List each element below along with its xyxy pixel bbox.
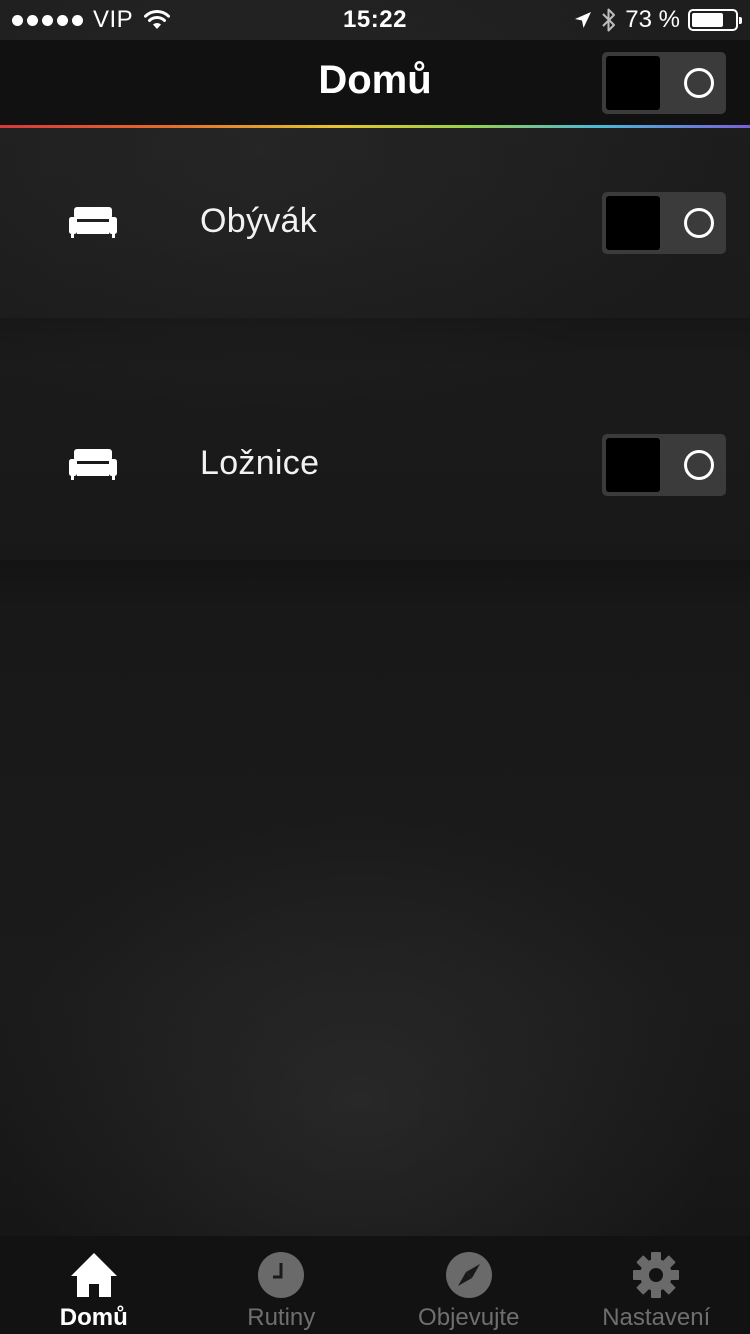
toggle-knob [606,56,660,110]
tab-home[interactable]: Domů [0,1236,188,1334]
tab-discover[interactable]: Objevujte [375,1236,563,1334]
room-toggle-loznice[interactable] [602,434,726,496]
room-row-loznice[interactable]: Ložnice [0,370,750,610]
battery-icon [688,9,742,31]
off-indicator-icon [684,68,714,98]
tab-settings[interactable]: Nastavení [563,1236,750,1334]
compass-icon [445,1252,492,1298]
tab-label: Rutiny [247,1304,316,1331]
tab-label: Domů [59,1304,128,1331]
row-shadow [0,560,750,610]
gear-icon [633,1252,680,1298]
room-row-obyvak[interactable]: Obývák [0,128,750,368]
home-icon [70,1253,117,1297]
battery-percent: 73 % [625,6,680,33]
off-indicator-icon [684,450,714,480]
sofa-icon [69,449,117,480]
toggle-knob [606,196,660,250]
tab-bar: Domů Rutiny Objevujte Nastavení [0,1236,750,1334]
status-right: 73 % [573,6,742,34]
master-toggle[interactable] [602,52,726,114]
status-bar: VIP 15:22 73 % [0,0,750,40]
tab-label: Nastavení [602,1304,711,1331]
location-arrow-icon [575,12,592,28]
bluetooth-icon [602,8,616,32]
room-toggle-obyvak[interactable] [602,192,726,254]
toggle-knob [606,438,660,492]
sofa-icon [69,207,117,238]
room-label: Obývák [200,202,318,240]
off-indicator-icon [684,208,714,238]
clock-icon [258,1252,305,1298]
row-shadow [0,318,750,368]
room-label: Ložnice [200,444,320,482]
app-screen: VIP 15:22 73 % Domů Obývák Ložnice Domů … [0,0,750,1334]
tab-label: Objevujte [418,1304,520,1331]
nav-header: Domů [0,40,750,126]
tab-routines[interactable]: Rutiny [188,1236,376,1334]
battery-level [692,13,723,27]
